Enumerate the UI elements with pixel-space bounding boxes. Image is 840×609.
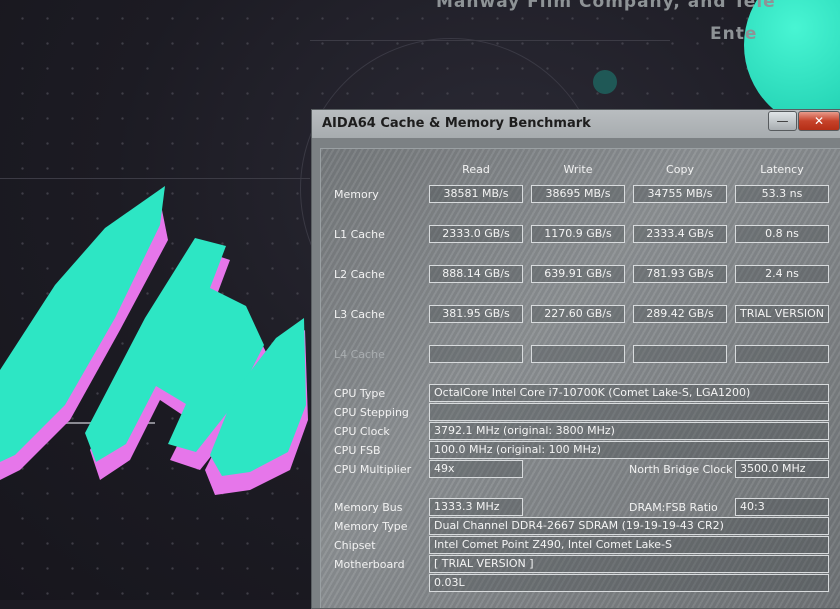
row-label-l2-cache: L2 Cache	[334, 268, 385, 281]
memory-write-value: 38695 MB/s	[531, 185, 625, 203]
label-chipset: Chipset	[334, 539, 376, 552]
l3-copy-value: 289.42 GB/s	[633, 305, 727, 323]
l4-latency-value	[735, 345, 829, 363]
row-label-l4-cache: L4 Cache	[334, 348, 385, 361]
cpu-clock-value: 3792.1 MHz (original: 3800 MHz)	[429, 422, 829, 440]
memory-type-value: Dual Channel DDR4-2667 SDRAM (19-19-19-4…	[429, 517, 829, 535]
l4-write-value	[531, 345, 625, 363]
bios-version-value: 0.03L	[429, 574, 829, 592]
close-button[interactable]: ✕	[798, 111, 840, 131]
l2-write-value: 639.91 GB/s	[531, 265, 625, 283]
label-dram-fsb-ratio: DRAM:FSB Ratio	[629, 501, 718, 514]
row-label-memory: Memory	[334, 188, 379, 201]
l4-read-value	[429, 345, 523, 363]
cpu-stepping-value	[429, 403, 829, 421]
label-memory-bus: Memory Bus	[334, 501, 403, 514]
north-bridge-clock-value: 3500.0 MHz	[735, 460, 829, 478]
aida64-benchmark-window: AIDA64 Cache & Memory Benchmark — ✕ Read…	[311, 109, 840, 609]
motherboard-value: [ TRIAL VERSION ]	[429, 555, 829, 573]
l1-latency-value: 0.8 ns	[735, 225, 829, 243]
memory-bus-value: 1333.3 MHz	[429, 498, 523, 516]
l1-write-value: 1170.9 GB/s	[531, 225, 625, 243]
l4-copy-value	[633, 345, 727, 363]
label-memory-type: Memory Type	[334, 520, 408, 533]
dram-fsb-ratio-value: 40:3	[735, 498, 829, 516]
chipset-value: Intel Comet Point Z490, Intel Comet Lake…	[429, 536, 829, 554]
l3-latency-value: TRIAL VERSION	[735, 305, 829, 323]
label-cpu-multiplier: CPU Multiplier	[334, 463, 412, 476]
l1-copy-value: 2333.4 GB/s	[633, 225, 727, 243]
memory-latency-value: 53.3 ns	[735, 185, 829, 203]
l1-read-value: 2333.0 GB/s	[429, 225, 523, 243]
label-cpu-type: CPU Type	[334, 387, 386, 400]
l3-write-value: 227.60 GB/s	[531, 305, 625, 323]
window-titlebar[interactable]: AIDA64 Cache & Memory Benchmark — ✕	[312, 110, 840, 138]
cpu-type-value: OctalCore Intel Core i7-10700K (Comet La…	[429, 384, 829, 402]
minimize-button[interactable]: —	[768, 111, 797, 131]
cpu-fsb-value: 100.0 MHz (original: 100 MHz)	[429, 441, 829, 459]
memory-copy-value: 34755 MB/s	[633, 185, 727, 203]
window-title: AIDA64 Cache & Memory Benchmark	[322, 116, 591, 131]
cpu-multiplier-value: 49x	[429, 460, 523, 478]
label-north-bridge-clock: North Bridge Clock	[629, 463, 733, 476]
row-label-l3-cache: L3 Cache	[334, 308, 385, 321]
label-motherboard: Motherboard	[334, 558, 405, 571]
label-cpu-stepping: CPU Stepping	[334, 406, 409, 419]
header-latency: Latency	[760, 163, 804, 176]
l3-read-value: 381.95 GB/s	[429, 305, 523, 323]
l2-copy-value: 781.93 GB/s	[633, 265, 727, 283]
l2-latency-value: 2.4 ns	[735, 265, 829, 283]
header-write: Write	[563, 163, 593, 176]
l2-read-value: 888.14 GB/s	[429, 265, 523, 283]
memory-read-value: 38581 MB/s	[429, 185, 523, 203]
header-copy: Copy	[666, 163, 694, 176]
header-read: Read	[462, 163, 490, 176]
label-cpu-fsb: CPU FSB	[334, 444, 381, 457]
label-cpu-clock: CPU Clock	[334, 425, 390, 438]
row-label-l1-cache: L1 Cache	[334, 228, 385, 241]
